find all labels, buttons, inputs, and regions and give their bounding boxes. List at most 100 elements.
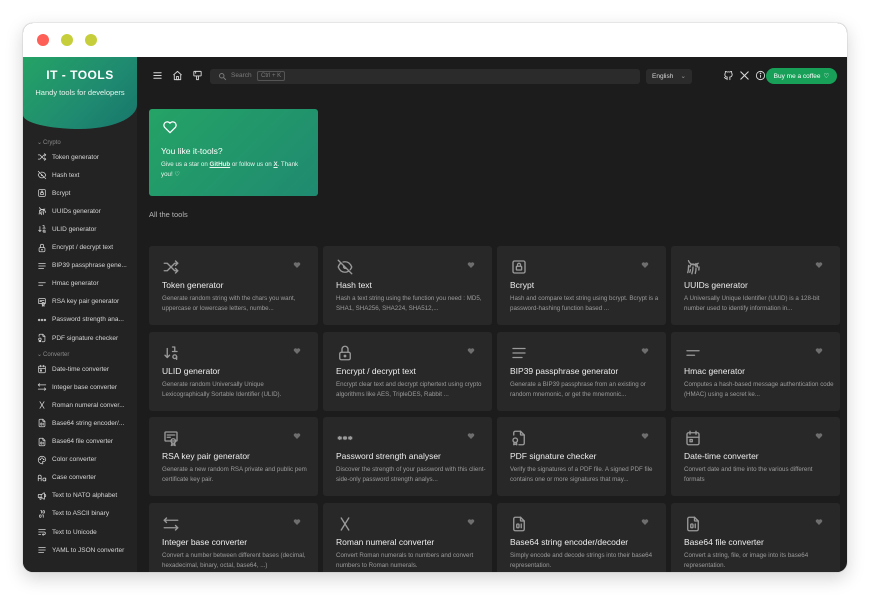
letter-case-icon <box>37 473 47 483</box>
tool-description: Convert a string, file, or image into it… <box>684 551 809 569</box>
favorite-heart-icon[interactable] <box>815 432 823 440</box>
app-title: IT - TOOLS <box>46 68 114 82</box>
short-text-icon <box>684 344 702 362</box>
promo-text-part: Give us a star on <box>161 161 210 168</box>
tool-card[interactable]: Base64 file converter Convert a string, f… <box>671 502 840 572</box>
tool-card[interactable]: Password strength analyser Discover the s… <box>323 417 492 496</box>
tool-card[interactable]: ULID generator Generate random Universall… <box>149 331 318 411</box>
github-icon[interactable] <box>723 70 734 81</box>
sidebar-item[interactable]: Date-time converter <box>37 362 135 376</box>
tool-card[interactable]: Encrypt / decrypt text Encrypt clear text… <box>323 331 492 411</box>
sidebar-item-label: YAML to JSON converter <box>52 546 125 554</box>
sidebar-item[interactable]: PDF signature checker <box>37 331 135 345</box>
tool-title: Hmac generator <box>684 365 745 376</box>
sidebar-item[interactable]: Color converter <box>37 453 135 467</box>
minimize-window-button[interactable] <box>61 34 73 46</box>
favorite-heart-icon[interactable] <box>641 432 649 440</box>
favorite-heart-icon[interactable] <box>467 261 475 269</box>
tool-card[interactable]: Date-time converter Convert date and time… <box>671 417 840 496</box>
tool-title: BIP39 passphrase generator <box>510 365 619 376</box>
sidebar-item[interactable]: Text to ASCII binary <box>37 507 135 521</box>
ui-lib-icon[interactable] <box>192 70 203 81</box>
sidebar-item[interactable]: Integer base converter <box>37 380 135 394</box>
heart-icon <box>162 120 178 134</box>
tool-card[interactable]: Hash text Hash a text string using the fu… <box>323 246 492 325</box>
sidebar-item-label: Text to NATO alphabet <box>52 492 118 500</box>
tool-title: Encrypt / decrypt text <box>336 365 416 376</box>
heart-icon: ♡ <box>823 73 830 80</box>
favorite-heart-icon[interactable] <box>293 518 301 526</box>
tool-card[interactable]: RSA key pair generator Generate a new ran… <box>149 417 318 496</box>
favorite-heart-icon[interactable] <box>815 261 823 269</box>
github-link[interactable]: GitHub <box>210 161 231 168</box>
favorite-heart-icon[interactable] <box>467 432 475 440</box>
favorite-heart-icon[interactable] <box>467 518 475 526</box>
close-window-button[interactable] <box>37 34 49 46</box>
browser-window: IT - TOOLS Handy tools for developers ⌄C… <box>23 23 847 572</box>
favorite-heart-icon[interactable] <box>815 518 823 526</box>
sidebar-item[interactable]: Password strength ana... <box>37 313 135 327</box>
favorite-heart-icon[interactable] <box>293 261 301 269</box>
tool-card[interactable]: Roman numeral converter Convert Roman num… <box>323 502 492 572</box>
tool-card[interactable]: Integer base converter Convert a number b… <box>149 502 318 572</box>
tool-card[interactable]: PDF signature checker Verify the signatur… <box>497 417 666 496</box>
tool-card[interactable]: Hmac generator Computes a hash-based mess… <box>671 331 840 411</box>
tool-card[interactable]: Token generator Generate random string wi… <box>149 246 318 325</box>
sidebar-item[interactable]: Text to NATO alphabet <box>37 489 135 503</box>
favorite-heart-icon[interactable] <box>641 518 649 526</box>
brand-header[interactable]: IT - TOOLS Handy tools for developers <box>23 57 137 129</box>
sidebar-item-label: Hmac generator <box>52 280 99 288</box>
tool-title: Hash text <box>336 280 372 290</box>
calendar-icon <box>37 364 47 374</box>
sidebar-item[interactable]: Text to Unicode <box>37 525 135 539</box>
sidebar-item[interactable]: Token generator <box>37 150 135 164</box>
x-twitter-icon[interactable] <box>739 70 750 81</box>
sidebar-category-converter[interactable]: ⌄Converter <box>37 351 69 358</box>
menu-icon[interactable] <box>152 70 163 81</box>
sidebar-item[interactable]: Roman numeral conver... <box>37 398 135 412</box>
shuffle-icon <box>37 152 47 162</box>
sidebar-category-crypto[interactable]: ⌄Crypto <box>37 139 61 146</box>
buy-coffee-label: Buy me a coffee <box>773 72 821 80</box>
sidebar-item[interactable]: ULID generator <box>37 222 135 236</box>
tool-card[interactable]: BIP39 passphrase generator Generate a BIP… <box>497 331 666 411</box>
password-icon <box>37 315 47 325</box>
sort-numeric-icon <box>37 224 47 234</box>
sidebar-item-label: Hash text <box>52 171 80 179</box>
favorite-heart-icon[interactable] <box>641 347 649 355</box>
language-select[interactable]: English ⌄ <box>646 69 692 84</box>
tool-description: Computes a hash-based message authentica… <box>684 380 834 398</box>
favorite-heart-icon[interactable] <box>467 347 475 355</box>
search-input[interactable]: Search Ctrl + K <box>210 69 640 84</box>
sidebar-item[interactable]: Hmac generator <box>37 277 135 291</box>
tool-description: Generate a new random RSA private and pu… <box>162 466 307 483</box>
favorite-heart-icon[interactable] <box>293 432 301 440</box>
sidebar-item[interactable]: Case converter <box>37 471 135 485</box>
sidebar-item[interactable]: Bcrypt <box>37 186 135 200</box>
sidebar-item[interactable]: Encrypt / decrypt text <box>37 241 135 255</box>
favorite-heart-icon[interactable] <box>815 347 823 355</box>
sidebar-item[interactable]: RSA key pair generator <box>37 295 135 309</box>
sidebar-item[interactable]: Base64 string encoder/... <box>37 416 135 430</box>
tool-card[interactable]: Base64 string encoder/decoder Simply enco… <box>497 502 666 572</box>
info-icon[interactable] <box>755 70 766 81</box>
sidebar-item[interactable]: Base64 file converter <box>37 435 135 449</box>
tool-card[interactable]: UUIDs generator A Universally Unique Iden… <box>671 246 840 325</box>
buy-coffee-button[interactable]: Buy me a coffee ♡ <box>766 68 837 84</box>
favorite-heart-icon[interactable] <box>293 347 301 355</box>
favorite-heart-icon[interactable] <box>641 261 649 269</box>
home-icon[interactable] <box>172 70 183 81</box>
sidebar-item[interactable]: BIP39 passphrase gene... <box>37 259 135 273</box>
speakerphone-icon <box>37 491 47 501</box>
eye-off-icon <box>37 170 47 180</box>
tool-title: Bcrypt <box>510 280 535 290</box>
tool-card[interactable]: Bcrypt Hash and compare text string using… <box>497 246 666 325</box>
sidebar-item[interactable]: YAML to JSON converter <box>37 543 135 557</box>
sidebar-item[interactable]: UUIDs generator <box>37 204 135 218</box>
tool-title: Base64 string encoder/decoder <box>510 536 629 547</box>
tool-title: Integer base converter <box>162 536 248 547</box>
promo-card: You like it-tools? Give us a star on Git… <box>149 109 318 196</box>
maximize-window-button[interactable] <box>85 34 97 46</box>
sidebar-item[interactable]: Hash text <box>37 168 135 182</box>
window-titlebar <box>23 23 847 57</box>
